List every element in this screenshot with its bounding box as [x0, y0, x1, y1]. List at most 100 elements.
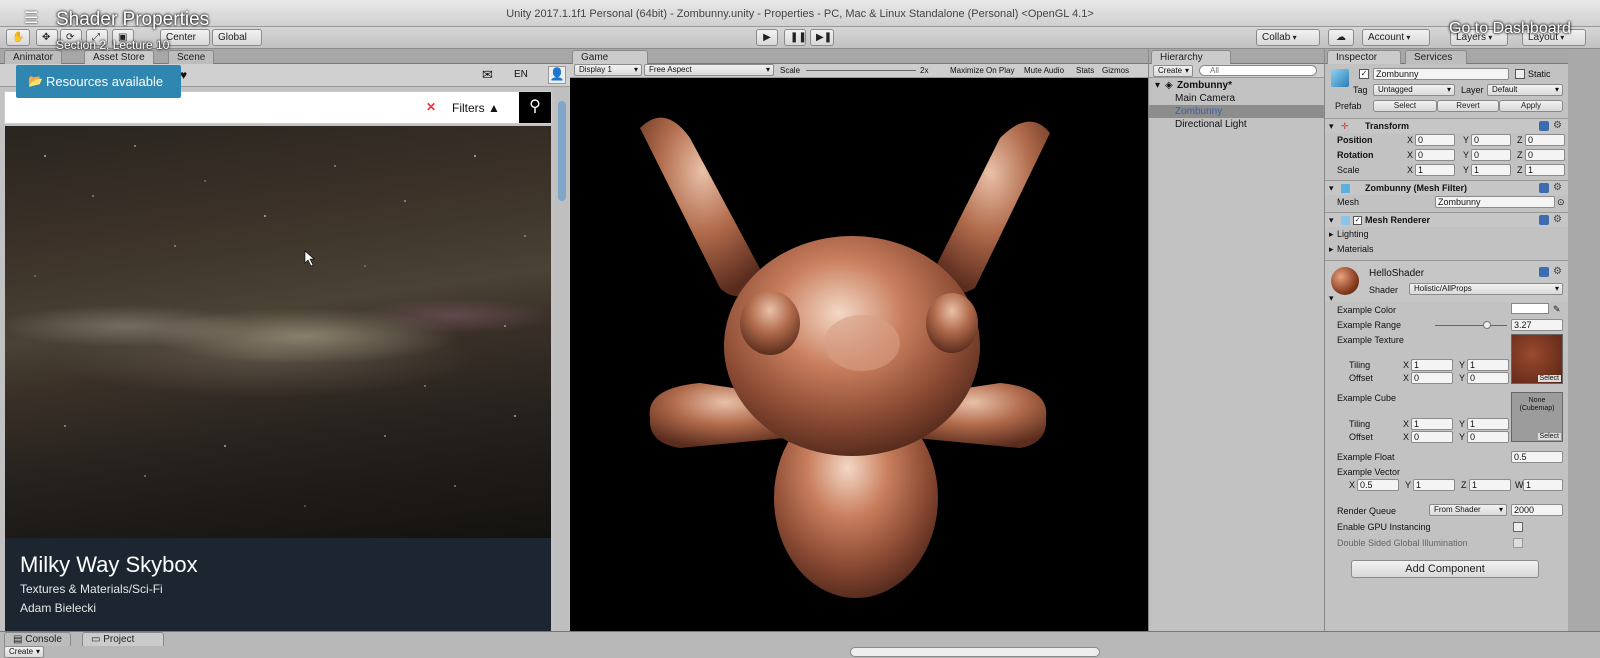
account-dropdown[interactable]: Account	[1362, 29, 1430, 46]
vector-x-field[interactable]: 0.5	[1357, 479, 1399, 491]
project-search-input[interactable]	[850, 647, 1100, 657]
object-name-field[interactable]: Zombunny	[1373, 68, 1509, 80]
layer-dropdown[interactable]: Default	[1487, 84, 1563, 96]
display-dropdown[interactable]: Display 1	[574, 64, 642, 76]
play-button-icon[interactable]: ▶	[756, 29, 778, 46]
help-icon[interactable]	[1539, 121, 1549, 131]
asset-store-scrollbar[interactable]	[555, 87, 569, 631]
tag-dropdown[interactable]: Untagged	[1373, 84, 1455, 96]
search-icon[interactable]: ⚲	[519, 92, 551, 123]
cube-offset-x[interactable]: 0	[1411, 431, 1453, 443]
course-menu-icon[interactable]: ☰	[24, 11, 40, 27]
maximize-on-play-toggle[interactable]: Maximize On Play	[950, 66, 1014, 75]
scrollbar-thumb[interactable]	[558, 101, 566, 201]
move-tool-icon[interactable]: ✥	[36, 29, 58, 46]
object-picker-icon[interactable]: ⊙	[1557, 197, 1565, 208]
asset-author[interactable]: Adam Bielecki	[20, 601, 96, 615]
space-toggle[interactable]: Global	[212, 29, 262, 46]
render-queue-dropdown[interactable]: From Shader	[1429, 504, 1507, 516]
scale-slider[interactable]	[806, 70, 916, 71]
gpu-instancing-checkbox[interactable]	[1513, 522, 1523, 532]
scene-row[interactable]: ▾ ◈ Zombunny*	[1149, 79, 1325, 92]
gizmos-dropdown[interactable]: Gizmos	[1102, 66, 1129, 75]
collapse-arrow-icon[interactable]: ▾	[1329, 183, 1334, 194]
gear-icon[interactable]: ⚙	[1553, 120, 1562, 131]
texture-offset-y[interactable]: 0	[1467, 372, 1509, 384]
position-y-field[interactable]: 0	[1471, 134, 1511, 146]
float-value-field[interactable]: 0.5	[1511, 451, 1563, 463]
tab-services[interactable]: Services	[1405, 50, 1467, 64]
texture-offset-x[interactable]: 0	[1411, 372, 1453, 384]
hand-tool-icon[interactable]: ✋	[6, 29, 30, 46]
favorite-heart-icon[interactable]: ♥	[180, 68, 187, 82]
hierarchy-search-input[interactable]	[1199, 65, 1317, 76]
collapse-arrow-icon[interactable]: ▾	[1329, 121, 1334, 132]
texture-slot[interactable]: Select	[1511, 334, 1563, 384]
gear-icon[interactable]: ⚙	[1553, 182, 1562, 193]
scale-x-field[interactable]: 1	[1415, 164, 1455, 176]
position-x-field[interactable]: 0	[1415, 134, 1455, 146]
gear-icon[interactable]: ⚙	[1553, 214, 1562, 225]
range-slider-track[interactable]	[1435, 321, 1507, 329]
hierarchy-create-dropdown[interactable]: Create	[1153, 65, 1193, 77]
tab-console[interactable]: ▤ Console	[4, 632, 71, 646]
eyedropper-icon[interactable]: ✎	[1553, 304, 1561, 315]
cubemap-select-button[interactable]: Select	[1537, 433, 1561, 440]
rotation-z-field[interactable]: 0	[1525, 149, 1565, 161]
tab-hierarchy[interactable]: Hierarchy	[1151, 50, 1231, 64]
vector-y-field[interactable]: 1	[1413, 479, 1455, 491]
tab-animator[interactable]: Animator	[4, 50, 63, 64]
prefab-apply-button[interactable]: Apply	[1499, 100, 1563, 112]
texture-tiling-y[interactable]: 1	[1467, 359, 1509, 371]
hierarchy-item[interactable]: Main Camera	[1149, 92, 1325, 105]
prefab-select-button[interactable]: Select	[1373, 100, 1437, 112]
range-value-field[interactable]: 3.27	[1511, 319, 1563, 331]
cube-offset-y[interactable]: 0	[1467, 431, 1509, 443]
expand-arrow-icon[interactable]: ▸	[1329, 229, 1334, 240]
texture-tiling-x[interactable]: 1	[1411, 359, 1453, 371]
asset-category[interactable]: Textures & Materials/Sci-Fi	[20, 582, 163, 596]
renderer-enabled-checkbox[interactable]: ✓	[1353, 216, 1362, 225]
materials-foldout[interactable]: Materials	[1337, 244, 1374, 254]
user-avatar-icon[interactable]: 👤	[548, 66, 566, 84]
go-to-dashboard-link[interactable]: Go to Dashboard	[1449, 20, 1571, 38]
tab-asset-store[interactable]: Asset Store	[84, 50, 154, 64]
project-create-dropdown[interactable]: Create	[4, 646, 44, 658]
mail-icon[interactable]: ✉	[482, 67, 493, 83]
clear-search-icon[interactable]: ✕	[426, 100, 436, 114]
lighting-foldout[interactable]: Lighting	[1337, 229, 1369, 239]
cubemap-slot[interactable]: None (Cubemap) Select	[1511, 392, 1563, 442]
hierarchy-item[interactable]: Directional Light	[1149, 118, 1325, 131]
gear-icon[interactable]: ⚙	[1553, 266, 1562, 277]
mesh-filter-header[interactable]: ▾ Zombunny (Mesh Filter) ⚙	[1325, 180, 1569, 195]
asset-title[interactable]: Milky Way Skybox	[20, 552, 198, 578]
scale-z-field[interactable]: 1	[1525, 164, 1565, 176]
vector-w-field[interactable]: 1	[1523, 479, 1563, 491]
expand-arrow-icon[interactable]: ▸	[1329, 244, 1334, 255]
cloud-icon[interactable]: ☁	[1328, 29, 1354, 46]
help-icon[interactable]	[1539, 183, 1549, 193]
active-checkbox[interactable]: ✓	[1359, 69, 1369, 79]
color-swatch[interactable]	[1511, 303, 1549, 314]
prefab-revert-button[interactable]: Revert	[1437, 100, 1499, 112]
filters-toggle[interactable]: Filters ▲	[452, 101, 500, 115]
pause-button-icon[interactable]: ❚❚	[784, 29, 807, 46]
transform-header[interactable]: ▾ ✛ Transform ⚙	[1325, 118, 1569, 133]
asset-preview-image[interactable]	[5, 126, 551, 538]
tab-game[interactable]: Game	[572, 50, 648, 64]
aspect-dropdown[interactable]: Free Aspect	[644, 64, 774, 76]
double-sided-gi-checkbox[interactable]	[1513, 538, 1523, 548]
mute-audio-toggle[interactable]: Mute Audio	[1024, 66, 1064, 75]
texture-select-button[interactable]: Select	[1537, 375, 1561, 382]
tab-scene[interactable]: Scene	[168, 50, 215, 64]
cube-tiling-y[interactable]: 1	[1467, 418, 1509, 430]
render-queue-value[interactable]: 2000	[1511, 504, 1563, 516]
expand-arrow-icon[interactable]: ▾	[1155, 79, 1160, 92]
collapse-arrow-icon[interactable]: ▾	[1329, 293, 1334, 304]
game-viewport[interactable]	[570, 78, 1148, 631]
position-z-field[interactable]: 0	[1525, 134, 1565, 146]
help-icon[interactable]	[1539, 215, 1549, 225]
tab-inspector[interactable]: Inspector	[1327, 50, 1401, 64]
range-slider-knob[interactable]	[1482, 321, 1491, 329]
cube-tiling-x[interactable]: 1	[1411, 418, 1453, 430]
